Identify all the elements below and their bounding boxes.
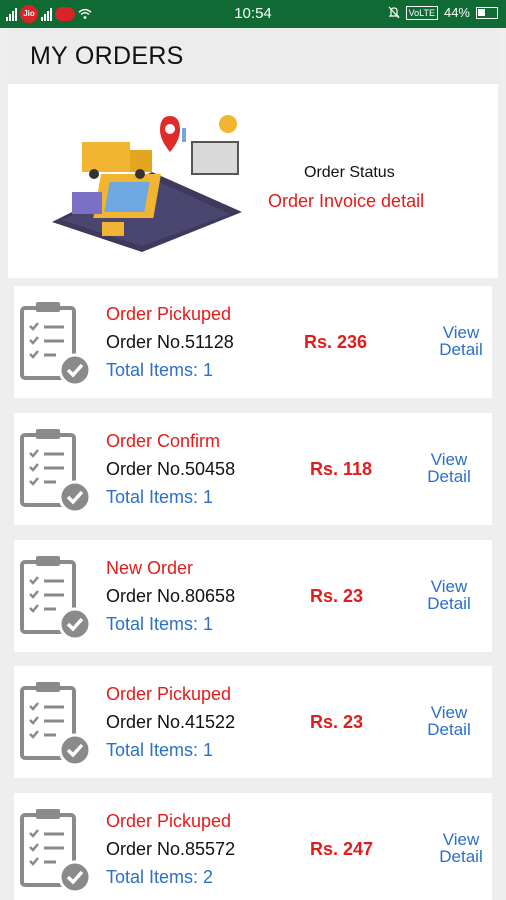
volte-badge: VoLTE <box>405 5 438 20</box>
total-items: Total Items: 1 <box>106 740 214 760</box>
battery-icon <box>476 6 498 19</box>
detail-label: Detail <box>439 340 483 359</box>
order-card[interactable]: New Order Order No.80658 Total Items: 1 … <box>14 540 492 652</box>
invoice-detail-link[interactable]: Order Invoice detail <box>268 191 424 212</box>
order-banner: Order Status Order Invoice detail <box>8 84 498 278</box>
view-detail-button[interactable]: View Detail <box>426 324 496 358</box>
order-status: Order Confirm <box>106 431 221 451</box>
status-right: VoLTE 44% <box>388 5 498 20</box>
total-items: Total Items: 1 <box>106 614 214 634</box>
order-price: Rs. 23 <box>310 712 364 732</box>
mute-icon <box>388 6 400 19</box>
order-status: New Order <box>106 558 194 578</box>
battery-percent: 44% <box>443 5 470 20</box>
order-clipboard-icon <box>20 556 92 640</box>
order-clipboard-icon <box>20 429 92 513</box>
order-card[interactable]: Order Confirm Order No.50458 Total Items… <box>14 413 492 525</box>
view-label: View <box>430 703 468 722</box>
order-number: Order No.85572 <box>106 839 236 859</box>
view-label: View <box>442 323 480 342</box>
view-detail-button[interactable]: View Detail <box>414 451 484 485</box>
order-number: Order No.41522 <box>106 712 236 732</box>
order-status-label: Order Status <box>304 164 395 181</box>
order-price: Rs. 236 <box>304 332 368 352</box>
order-clipboard-icon <box>20 682 92 766</box>
view-label: View <box>430 577 468 596</box>
order-number: Order No.51128 <box>106 332 234 352</box>
order-number: Order No.80658 <box>106 586 236 606</box>
total-items: Total Items: 1 <box>106 487 214 507</box>
order-card[interactable]: Order Pickuped Order No.51128 Total Item… <box>14 286 492 398</box>
detail-label: Detail <box>439 847 483 866</box>
order-status: Order Pickuped <box>106 684 232 704</box>
order-status: Order Pickuped <box>106 811 232 831</box>
order-number: Order No.50458 <box>106 459 236 479</box>
detail-label: Detail <box>427 720 471 739</box>
view-label: View <box>430 450 468 469</box>
delivery-illustration <box>52 115 242 252</box>
app-bar: MY ORDERS <box>8 28 498 84</box>
order-clipboard-icon <box>20 809 92 893</box>
total-items: Total Items: 1 <box>106 360 214 380</box>
order-clipboard-icon <box>20 302 92 386</box>
order-card[interactable]: Order Pickuped Order No.41522 Total Item… <box>14 666 492 778</box>
order-status: Order Pickuped <box>106 304 232 324</box>
total-items: Total Items: 2 <box>106 867 214 887</box>
view-detail-button[interactable]: View Detail <box>414 704 484 738</box>
order-price: Rs. 247 <box>310 839 374 859</box>
view-detail-button[interactable]: View Detail <box>426 831 496 865</box>
page-title: MY ORDERS <box>30 42 184 70</box>
status-bar: Jio 10:54 VoLTE 44% <box>0 0 506 28</box>
order-card[interactable]: Order Pickuped Order No.85572 Total Item… <box>14 793 492 900</box>
detail-label: Detail <box>427 467 471 486</box>
order-price: Rs. 118 <box>310 459 373 479</box>
order-price: Rs. 23 <box>310 586 364 606</box>
view-detail-button[interactable]: View Detail <box>414 578 484 612</box>
detail-label: Detail <box>427 594 471 613</box>
view-label: View <box>442 830 480 849</box>
